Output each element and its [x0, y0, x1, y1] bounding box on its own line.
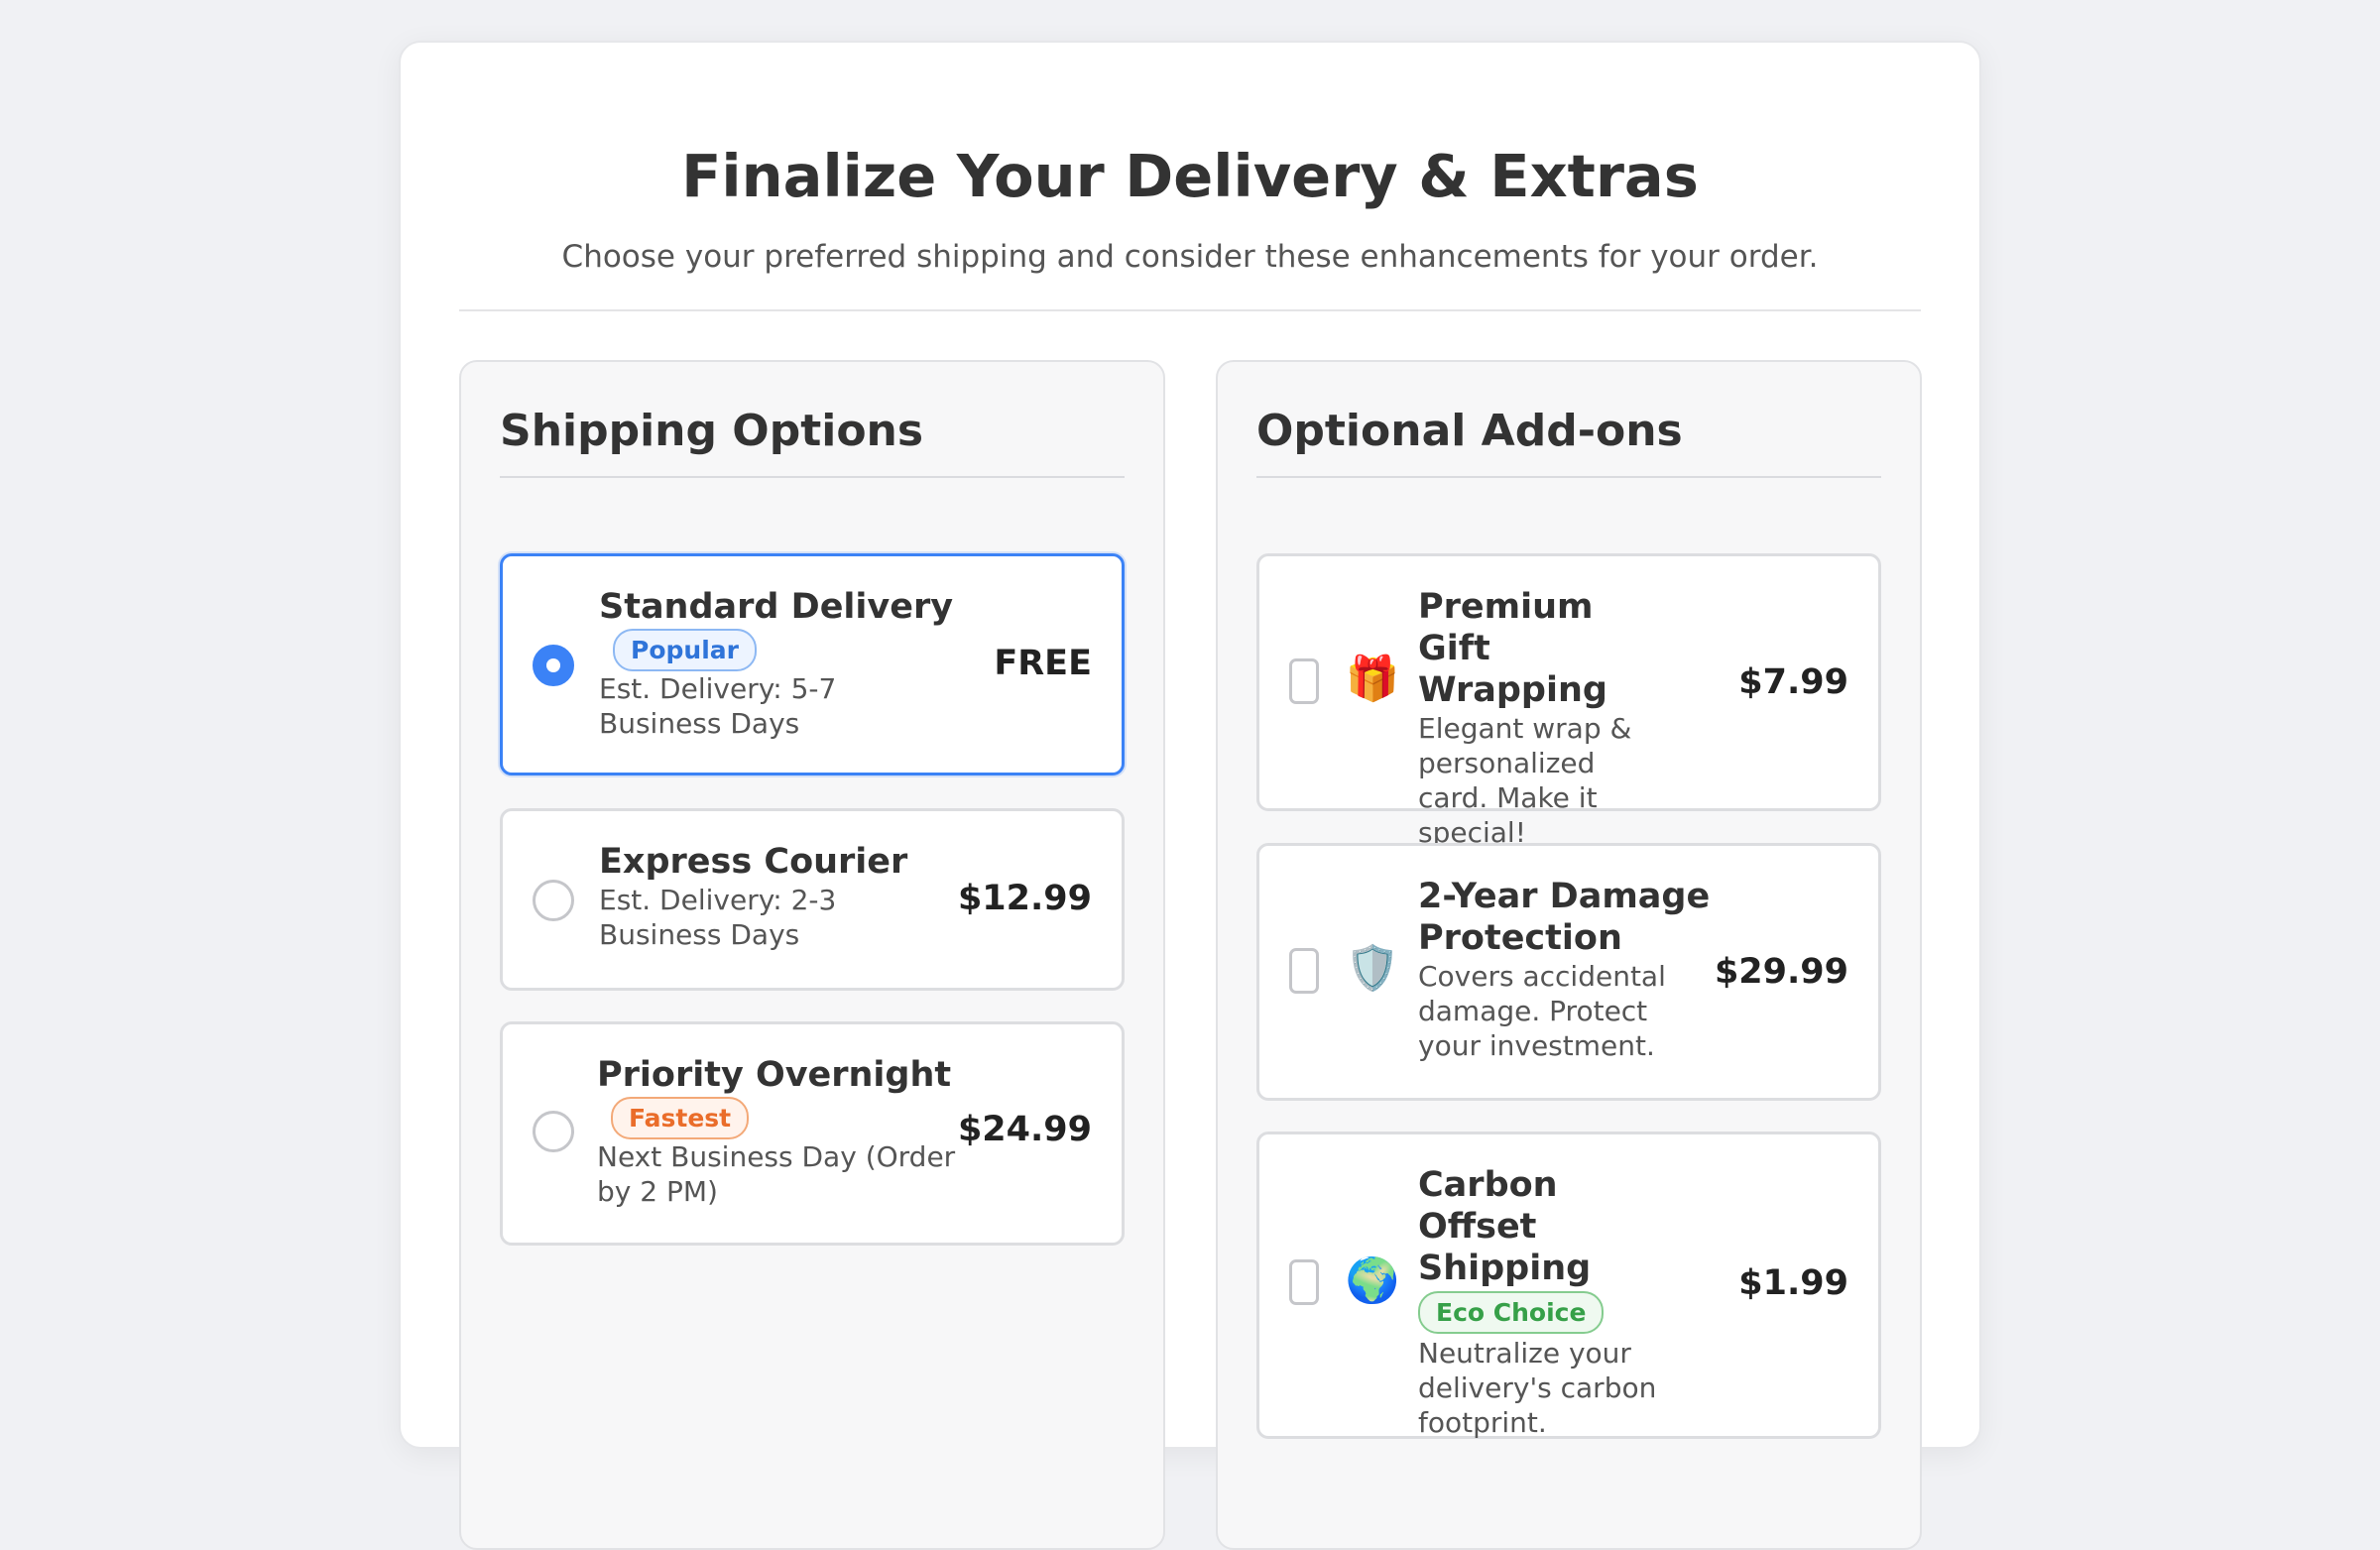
express-desc: Est. Delivery: 2-3 Business Days [599, 884, 837, 951]
gift-wrapping-price: $7.99 [1738, 662, 1848, 702]
priority-desc: Next Business Day (Order by 2 PM) [597, 1139, 956, 1208]
standard-radio[interactable] [533, 645, 574, 686]
shipping-options-panel: Shipping Options Standard Delivery Popul… [459, 360, 1165, 1550]
priority-radio[interactable] [533, 1111, 574, 1152]
standard-desc: Est. Delivery: 5-7 Business Days [599, 671, 837, 740]
standard-name: Standard Delivery [599, 587, 954, 627]
page-title: Finalize Your Delivery & Extras [681, 142, 1699, 210]
damage-protection-text: 2-Year Damage Protection Covers accident… [1418, 876, 1716, 1063]
express-text: Express Courier Est. Delivery: 2-3 Busin… [599, 841, 966, 952]
damage-protection-checkbox[interactable] [1289, 948, 1319, 994]
express-name: Express Courier [599, 842, 908, 882]
damage-protection-desc: Covers accidental damage. Protect your i… [1418, 960, 1666, 1062]
globe-icon: 🌍 [1345, 1255, 1400, 1306]
standard-price: FREE [994, 644, 1092, 683]
addons-panel: Optional Add-ons 🎁 Premium Gift Wrapping… [1216, 360, 1922, 1550]
damage-protection-price: $29.99 [1714, 952, 1848, 992]
addon-carbon-offset[interactable]: 🌍 Carbon Offset Shipping Eco Choice Neut… [1256, 1132, 1881, 1439]
priority-name: Priority Overnight [597, 1055, 952, 1095]
header-divider [459, 309, 1921, 311]
carbon-offset-text: Carbon Offset Shipping Eco Choice Neutra… [1418, 1164, 1666, 1440]
carbon-offset-checkbox[interactable] [1289, 1259, 1319, 1305]
priority-price: $24.99 [957, 1110, 1092, 1149]
gift-wrapping-desc: Elegant wrap & personalized card. Make i… [1418, 712, 1632, 849]
page-subtitle: Choose your preferred shipping and consi… [561, 239, 1819, 275]
damage-protection-name: 2-Year Damage Protection [1418, 877, 1711, 958]
addons-panel-divider [1256, 476, 1881, 478]
popular-badge: Popular [613, 628, 757, 671]
eco-choice-badge: Eco Choice [1418, 1291, 1605, 1334]
gift-wrapping-name: Premium Gift Wrapping [1418, 587, 1607, 710]
fastest-badge: Fastest [611, 1096, 750, 1139]
shipping-option-express[interactable]: Express Courier Est. Delivery: 2-3 Busin… [500, 808, 1125, 991]
priority-text: Priority Overnight Fastest Next Business… [597, 1054, 964, 1209]
standard-text: Standard Delivery Popular Est. Delivery:… [599, 586, 966, 741]
gift-icon: 🎁 [1345, 654, 1400, 704]
carbon-offset-name: Carbon Offset Shipping [1418, 1165, 1592, 1288]
addons-title: Optional Add-ons [1256, 406, 1683, 456]
carbon-offset-price: $1.99 [1738, 1263, 1848, 1303]
carbon-offset-desc: Neutralize your delivery's carbon footpr… [1418, 1337, 1657, 1439]
gift-wrapping-checkbox[interactable] [1289, 658, 1319, 704]
express-price: $12.99 [957, 879, 1092, 918]
checkout-card: Finalize Your Delivery & Extras Choose y… [399, 41, 1981, 1550]
gift-wrapping-text: Premium Gift Wrapping Elegant wrap & per… [1418, 586, 1656, 850]
express-radio[interactable] [533, 880, 574, 921]
shipping-panel-divider [500, 476, 1125, 478]
shield-icon: 🛡️ [1345, 943, 1400, 994]
addon-gift-wrapping[interactable]: 🎁 Premium Gift Wrapping Elegant wrap & p… [1256, 553, 1881, 849]
shipping-option-standard[interactable]: Standard Delivery Popular Est. Delivery:… [500, 553, 1125, 775]
addon-damage-protection[interactable]: 🛡️ 2-Year Damage Protection Covers accid… [1256, 843, 1881, 1101]
shipping-options-title: Shipping Options [500, 406, 924, 456]
shipping-option-priority[interactable]: Priority Overnight Fastest Next Business… [500, 1021, 1125, 1246]
